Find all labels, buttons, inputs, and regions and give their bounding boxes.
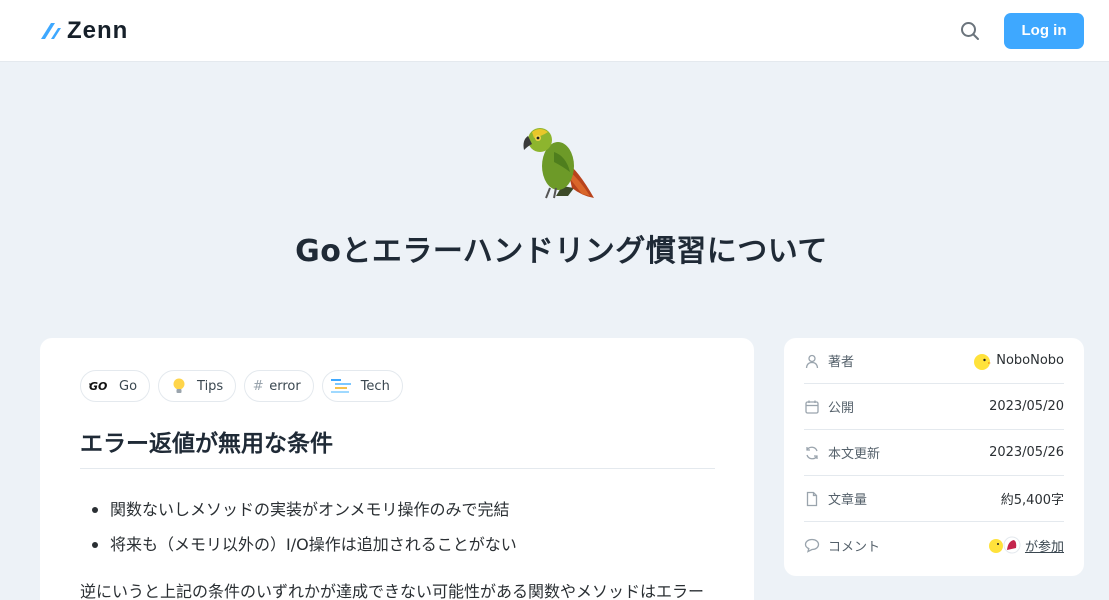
paragraph: 逆にいうと上記の条件のいずれかが達成できない可能性がある関数やメソッドはエラー bbox=[80, 582, 705, 600]
zenn-logo[interactable]: Zenn bbox=[40, 17, 128, 45]
updated-row: 本文更新 2023/05/26 bbox=[804, 430, 1064, 476]
comments-participants[interactable]: が参加 bbox=[987, 536, 1064, 555]
topic-label: error bbox=[269, 378, 301, 394]
author-name: NoboNobo bbox=[996, 353, 1064, 368]
chick-avatar-icon bbox=[974, 353, 992, 370]
bullet-list: 関数ないしメソッドの実装がオンメモリ操作のみで完結 将来も（メモリ以外の）I/O… bbox=[92, 492, 517, 562]
topic-label: Tech bbox=[360, 378, 390, 394]
comments-row: コメント が参加 bbox=[804, 522, 1064, 568]
search-icon bbox=[961, 22, 979, 40]
article-body-card: GO Go Tips # error Tech エラー返値が無用な条件 関数ない… bbox=[40, 338, 754, 600]
author-link[interactable]: NoboNobo bbox=[972, 351, 1064, 371]
user-avatar-icon bbox=[1003, 536, 1021, 554]
updated-key: 本文更新 bbox=[804, 443, 880, 462]
updated-date: 2023/05/26 bbox=[989, 445, 1064, 460]
comments-key: コメント bbox=[804, 536, 880, 555]
topic-tech[interactable]: Tech bbox=[321, 370, 403, 402]
user-icon bbox=[805, 354, 819, 368]
list-item: 将来も（メモリ以外の）I/O操作は追加されることがない bbox=[92, 527, 517, 562]
published-label: 公開 bbox=[828, 401, 855, 416]
document-icon bbox=[806, 491, 818, 506]
tech-icon bbox=[330, 377, 355, 395]
length-value: 約5,400字 bbox=[1000, 493, 1064, 508]
topic-tips[interactable]: Tips bbox=[158, 370, 237, 402]
search-button[interactable] bbox=[958, 19, 982, 43]
logo-text: Zenn bbox=[67, 17, 129, 44]
go-logo-icon: GO bbox=[89, 377, 113, 395]
topic-go[interactable]: GO Go bbox=[80, 370, 151, 402]
published-row: 公開 2023/05/20 bbox=[804, 384, 1064, 430]
published-key: 公開 bbox=[804, 397, 854, 416]
length-key: 文章量 bbox=[804, 489, 867, 508]
zenn-logo-icon bbox=[41, 23, 61, 39]
author-row: 著者 NoboNobo bbox=[804, 338, 1064, 384]
author-label: 著者 bbox=[828, 355, 855, 370]
comments-label: コメント bbox=[828, 539, 881, 555]
comment-icon bbox=[804, 538, 820, 553]
comments-link[interactable]: が参加 bbox=[1025, 536, 1064, 555]
length-label: 文章量 bbox=[828, 493, 868, 508]
published-date: 2023/05/20 bbox=[989, 399, 1064, 414]
topic-label: Tips bbox=[197, 378, 224, 394]
calendar-icon bbox=[805, 400, 819, 414]
site-header: Zenn Log in bbox=[0, 0, 1109, 62]
topic-label: Go bbox=[119, 378, 138, 394]
parrot-icon bbox=[523, 128, 594, 199]
topic-error[interactable]: # error bbox=[244, 370, 314, 402]
updated-label: 本文更新 bbox=[828, 447, 881, 462]
author-key: 著者 bbox=[804, 351, 854, 370]
list-item: 関数ないしメソッドの実装がオンメモリ操作のみで完結 bbox=[92, 492, 517, 527]
article-title: Goとエラーハンドリング慣習について bbox=[295, 234, 828, 269]
section-heading: エラー返値が無用な条件 bbox=[80, 424, 715, 469]
login-button[interactable]: Log in bbox=[1004, 13, 1084, 49]
article-emoji-parrot bbox=[516, 122, 602, 202]
length-row: 文章量 約5,400字 bbox=[804, 476, 1064, 522]
refresh-icon bbox=[806, 446, 818, 459]
article-info-card: 著者 NoboNobo 公開 2023/05/20 本文更新 2023/05/2… bbox=[784, 338, 1084, 576]
topic-list: GO Go Tips # error Tech bbox=[80, 370, 403, 402]
hash-icon: # bbox=[252, 378, 264, 394]
lightbulb-icon bbox=[167, 377, 191, 395]
svg-text:GO: GO bbox=[89, 380, 107, 392]
